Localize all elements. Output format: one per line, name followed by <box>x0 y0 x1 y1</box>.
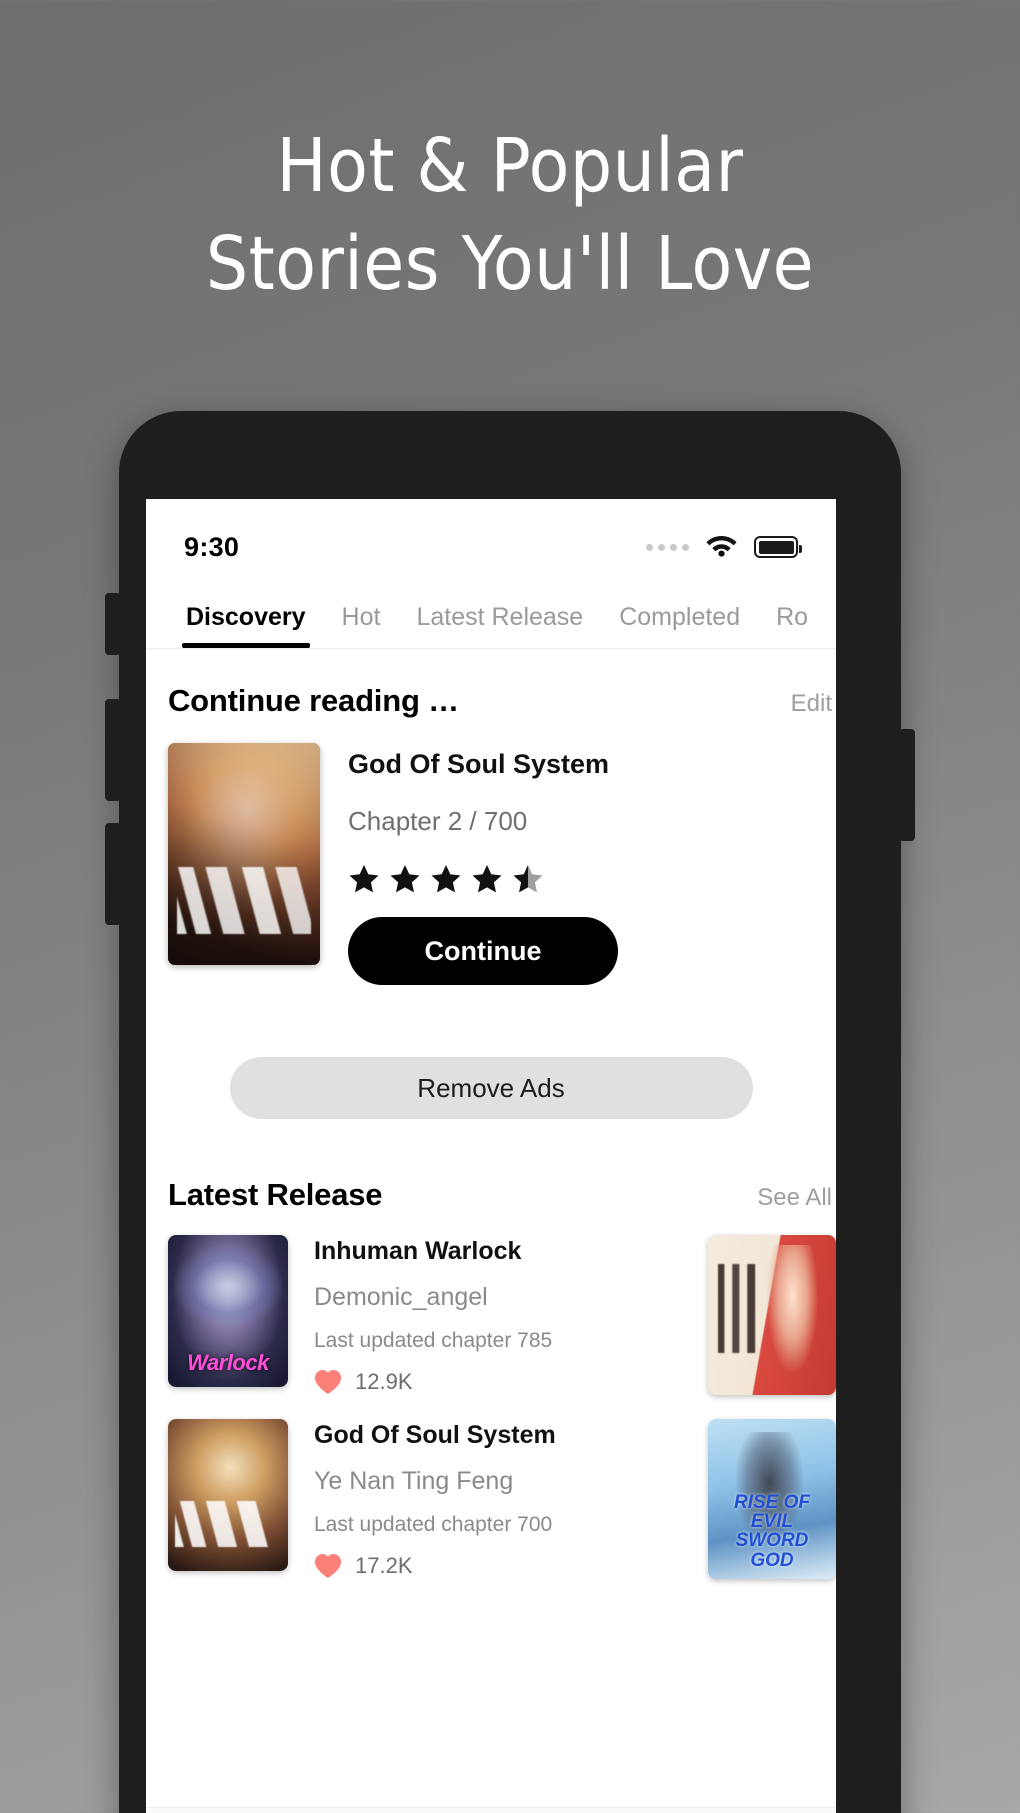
heart-icon <box>314 1553 342 1579</box>
mute-switch[interactable] <box>105 593 121 655</box>
list-item-title: Inhuman Warlock <box>314 1237 522 1265</box>
continue-reading-header: Continue reading … Edit <box>146 649 836 719</box>
battery-full-icon <box>754 536 802 558</box>
continue-book-title: God Of Soul System <box>348 749 610 779</box>
tab-discovery[interactable]: Discovery <box>168 603 324 648</box>
star-half-icon <box>512 863 544 895</box>
tab-romance[interactable]: Ro <box>758 603 826 648</box>
volume-down-button[interactable] <box>105 823 121 925</box>
volume-up-button[interactable] <box>105 699 121 801</box>
remove-ads-button[interactable]: Remove Ads <box>229 1057 753 1119</box>
continue-reading-details: God Of Soul System Chapter 2 / 700 Conti… <box>320 743 836 985</box>
status-bar-time: 9:30 <box>184 531 240 562</box>
category-tab-bar[interactable]: Discovery Hot Latest Release Completed R… <box>146 577 836 649</box>
promo-headline-line-1: Hot & Popular <box>276 123 744 209</box>
phone-screen: 9:30 Discovery Hot Latest Release Comple… <box>146 499 836 1813</box>
tab-completed[interactable]: Completed <box>601 603 758 648</box>
continue-button-wrapper: Continue <box>348 917 836 985</box>
list-item-chapter: Last updated chapter 700 <box>314 1513 553 1536</box>
latest-release-list: Inhuman Warlock Demonic_angel Last updat… <box>146 1223 836 1591</box>
continue-book-chapter: Chapter 2 / 700 <box>348 806 528 836</box>
book-cover-inhuman-warlock[interactable] <box>168 1235 288 1387</box>
phone-device-frame: 9:30 Discovery Hot Latest Release Comple… <box>105 411 915 1813</box>
list-item-likes: 12.9K <box>314 1369 708 1395</box>
list-item-author: Ye Nan Ting Feng <box>314 1467 514 1495</box>
tab-latest-release[interactable]: Latest Release <box>398 603 601 648</box>
bottom-navigation-bar: Home Genres <box>146 1807 836 1813</box>
star-filled-icon <box>471 863 503 895</box>
list-item-author: Demonic_angel <box>314 1283 488 1311</box>
star-filled-icon <box>430 863 462 895</box>
list-item-details: Inhuman Warlock Demonic_angel Last updat… <box>288 1235 708 1395</box>
list-item-chapter: Last updated chapter 785 <box>314 1329 553 1352</box>
continue-reading-card[interactable]: God Of Soul System Chapter 2 / 700 Conti… <box>146 727 836 985</box>
promo-headline: Hot & Popular Stories You'll Love <box>0 118 1020 313</box>
book-cover-god-of-soul-system[interactable] <box>168 743 320 965</box>
continue-button[interactable]: Continue <box>348 917 618 985</box>
signal-dots-icon <box>646 543 689 551</box>
list-item-likes-count: 12.9K <box>355 1369 413 1394</box>
status-bar: 9:30 <box>146 499 836 577</box>
status-bar-indicators <box>646 532 802 562</box>
rating-stars <box>348 863 836 895</box>
latest-release-see-all-button[interactable]: See All <box>757 1184 836 1212</box>
list-item-details: God Of Soul System Ye Nan Ting Feng Last… <box>288 1419 708 1579</box>
continue-reading-title: Continue reading … <box>168 683 459 718</box>
latest-release-header: Latest Release See All <box>146 1119 836 1213</box>
promo-headline-line-2: Stories You'll Love <box>205 220 815 307</box>
list-item-likes: 17.2K <box>314 1553 708 1579</box>
list-item[interactable]: Inhuman Warlock Demonic_angel Last updat… <box>146 1223 836 1407</box>
list-item[interactable]: God Of Soul System Ye Nan Ting Feng Last… <box>146 1407 836 1591</box>
star-filled-icon <box>389 863 421 895</box>
power-button[interactable] <box>899 729 915 841</box>
list-item-likes-count: 17.2K <box>355 1553 413 1578</box>
heart-icon <box>314 1369 342 1395</box>
wifi-icon <box>705 532 738 562</box>
book-cover-god-of-soul-system[interactable] <box>168 1419 288 1571</box>
book-cover-princess[interactable] <box>708 1235 836 1395</box>
star-filled-icon <box>348 863 380 895</box>
tab-hot[interactable]: Hot <box>324 603 399 648</box>
continue-reading-edit-button[interactable]: Edit <box>791 690 836 718</box>
list-item-title: God Of Soul System <box>314 1421 556 1449</box>
discovery-content: Continue reading … Edit God Of Soul Syst… <box>146 649 836 1591</box>
book-cover-rise-of-evil-sword-god[interactable] <box>708 1419 836 1579</box>
latest-release-title: Latest Release <box>168 1177 383 1212</box>
